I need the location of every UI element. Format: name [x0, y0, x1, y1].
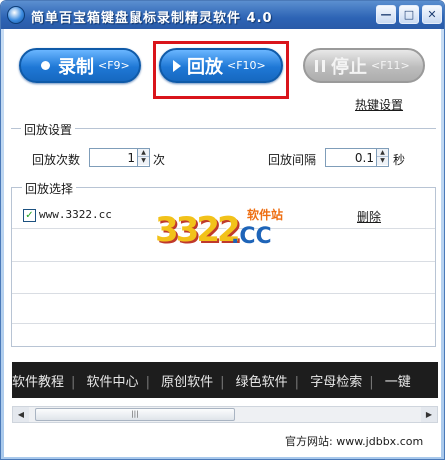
stop-button[interactable]: 停止 <F11>	[303, 48, 425, 83]
record-button[interactable]: 录制 <F9>	[19, 48, 141, 83]
playback-count-value: 1	[127, 151, 135, 165]
horizontal-scrollbar[interactable]: ◀ ||| ▶	[12, 406, 438, 423]
playback-count-spin-buttons[interactable]: ▲ ▼	[137, 149, 149, 166]
playback-select-legend: 回放选择	[22, 180, 77, 197]
watermark-tag: 软件站	[247, 208, 284, 222]
playback-settings-legend: 回放设置	[21, 121, 76, 138]
spin-down-icon[interactable]: ▼	[138, 157, 149, 165]
app-icon	[7, 6, 25, 24]
stop-label: 停止	[331, 56, 367, 78]
hotkey-settings-link[interactable]: 热键设置	[355, 96, 403, 113]
maximize-button[interactable]: □	[399, 5, 419, 24]
pause-icon	[315, 59, 325, 72]
link-item[interactable]: 软件中心	[87, 371, 139, 390]
window-title: 简单百宝箱键盘鼠标录制精灵软件 4.0	[31, 11, 273, 26]
playback-interval-label: 回放间隔	[268, 153, 317, 167]
scroll-thumb[interactable]: |||	[35, 408, 235, 421]
separator: |	[369, 375, 374, 390]
record-dot-icon	[41, 61, 50, 70]
list-item	[12, 262, 435, 294]
link-bar-items: 软件教程 | 软件中心 | 原创软件 | 绿色软件 | 字母检索 | 一键	[12, 371, 411, 390]
spin-down-icon[interactable]: ▼	[377, 157, 388, 165]
minimize-button[interactable]: —	[376, 5, 396, 24]
playback-interval-stepper[interactable]: 0.1 ▲ ▼	[325, 148, 389, 167]
record-label: 录制	[58, 56, 94, 78]
separator: |	[145, 375, 150, 390]
playback-interval-spin-buttons[interactable]: ▲ ▼	[376, 149, 388, 166]
link-item[interactable]: 软件教程	[12, 371, 64, 390]
list-item	[12, 294, 435, 324]
playback-interval-value: 0.1	[354, 151, 374, 165]
playback-count-unit: 次	[153, 153, 166, 167]
delete-link[interactable]: 删除	[357, 208, 381, 225]
item-checkbox[interactable]: ✓	[23, 209, 36, 222]
spin-up-icon[interactable]: ▲	[377, 149, 388, 157]
item-name: www.3322.cc	[39, 208, 112, 221]
link-item[interactable]: 绿色软件	[236, 371, 288, 390]
separator: |	[220, 375, 225, 390]
separator: |	[71, 375, 76, 390]
playback-count-label: 回放次数	[32, 153, 81, 167]
spin-up-icon[interactable]: ▲	[138, 149, 149, 157]
watermark-logo: 3322 .CC 软件站	[149, 204, 297, 256]
play-highlight-box	[153, 41, 289, 99]
separator: |	[294, 375, 300, 390]
stop-hotkey: <F11>	[371, 59, 410, 72]
official-site-text: 官方网站: www.jdbbx.com	[285, 435, 424, 448]
link-item[interactable]: 原创软件	[161, 371, 213, 390]
link-bar: 软件教程 | 软件中心 | 原创软件 | 绿色软件 | 字母检索 | 一键	[12, 362, 438, 398]
playback-count-stepper[interactable]: 1 ▲ ▼	[89, 148, 150, 167]
title-bar[interactable]: 简单百宝箱键盘鼠标录制精灵软件 4.0 — □ ✕	[1, 1, 444, 29]
watermark-number: 3322	[155, 210, 241, 250]
link-item[interactable]: 一键	[385, 371, 411, 390]
close-button[interactable]: ✕	[422, 5, 442, 24]
app-window: 简单百宝箱键盘鼠标录制精灵软件 4.0 — □ ✕ 录制 <F9> 回放 <F1…	[0, 0, 445, 460]
link-item[interactable]: 字母检索	[310, 371, 362, 390]
record-hotkey: <F9>	[98, 59, 130, 72]
scroll-right-icon[interactable]: ▶	[421, 407, 437, 422]
playback-interval-unit: 秒	[393, 153, 406, 167]
watermark-domain: .CC	[231, 224, 272, 249]
scroll-left-icon[interactable]: ◀	[13, 407, 29, 422]
